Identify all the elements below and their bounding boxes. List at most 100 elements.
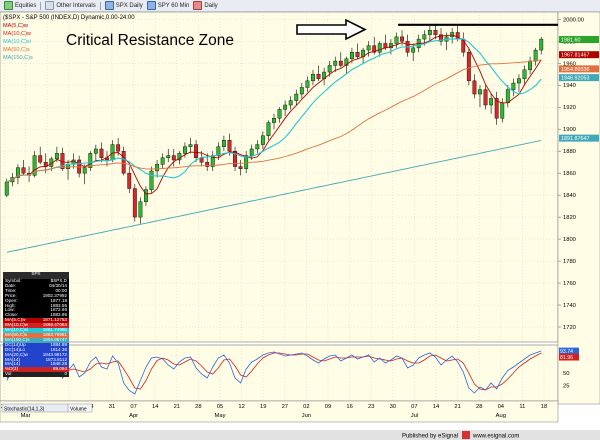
candle-down <box>132 188 137 218</box>
price-tick-label: 1720 <box>563 325 576 331</box>
date-tick-label: 05 <box>217 404 223 410</box>
data-window-indicator-row: Vol 0 <box>3 371 69 378</box>
price-tick-label: 1740 <box>563 303 576 309</box>
price-marker-label: 1981.60 <box>561 38 581 44</box>
price-tick-label: 1820 <box>563 215 576 221</box>
date-tick-label: 14 <box>152 404 159 410</box>
candle-up <box>511 82 516 90</box>
date-tick-label: 19 <box>260 404 266 410</box>
toolbar-divider <box>99 1 101 10</box>
candle-up <box>522 69 527 79</box>
toolbar-spx-daily-button[interactable]: SPX Daily <box>104 1 143 10</box>
date-tick-label: 31 <box>109 404 115 410</box>
month-label: Aug <box>496 413 506 419</box>
candle-down <box>38 155 43 163</box>
price-tick-label: 1940 <box>563 83 576 89</box>
candle-up <box>88 153 93 168</box>
candle-down <box>227 139 232 152</box>
candle-up <box>528 60 533 71</box>
data-window-indicators: MA(5,C)w 1871.12753 MA(10,C)w 1868.47064 MA(… <box>3 317 69 378</box>
candle-up <box>166 155 171 158</box>
candle-up <box>93 148 98 154</box>
stochastic-tick-label: 25 <box>563 384 569 390</box>
price-marker-label: 1891.87647 <box>561 136 589 142</box>
date-tick-label: 21 <box>174 404 180 410</box>
candle-up <box>299 87 304 95</box>
toolbar-equities-button[interactable]: Equities <box>4 1 36 10</box>
candle-up <box>160 157 165 165</box>
toolbar-other-intervals-button[interactable]: Other Intervals <box>45 1 96 10</box>
chart-window[interactable]: 2000.00198019601940192019001880186018401… <box>0 12 600 440</box>
toolbar: Equities Other Intervals SPX Daily SPY 6… <box>0 0 600 12</box>
date-tick-label: 23 <box>368 404 374 410</box>
candle-up <box>260 135 265 145</box>
price-tick-label: 1800 <box>563 237 576 243</box>
price-tick-label: 1760 <box>563 281 576 287</box>
stochastic-marker-label: 81.96 <box>560 355 573 361</box>
toolbar-daily-button[interactable]: Daily <box>193 1 218 10</box>
footer-published: Published by eSignal <box>402 434 458 440</box>
indicator-value: 0 <box>64 371 67 377</box>
candle-up <box>54 153 59 160</box>
toolbar-divider <box>40 1 42 10</box>
price-tick-label: 2000.00 <box>563 17 584 23</box>
candle-up <box>305 80 310 88</box>
legend-ma-10: MA(10,C)w <box>3 31 32 37</box>
candle-up <box>188 144 193 147</box>
candle-down <box>116 144 121 152</box>
month-label: Jul <box>411 413 418 419</box>
candle-up <box>311 74 315 82</box>
footer-url[interactable]: www.esignal.com <box>472 434 519 440</box>
candle-up <box>539 38 544 51</box>
toolbar-spy-60-min-button[interactable]: SPY 60 Min <box>146 1 189 10</box>
date-tick-label: 27 <box>282 404 288 410</box>
candle-down <box>483 89 488 106</box>
candle-up <box>283 104 288 110</box>
candle-up <box>366 45 371 51</box>
candle-up <box>350 52 354 60</box>
candle-down <box>127 172 132 189</box>
date-tick-label: 02 <box>303 404 309 410</box>
price-tick-label: 1840 <box>563 193 576 199</box>
price-tick-label: 1860 <box>563 171 576 177</box>
candle-up <box>277 109 282 119</box>
candle-up <box>110 144 115 161</box>
date-tick-label: 04 <box>498 404 505 410</box>
price-marker-label: 1954.89336 <box>561 67 589 73</box>
candle-up <box>82 167 87 174</box>
candle-up <box>327 65 332 73</box>
price-tick-label: 1920 <box>563 105 576 111</box>
candle-down <box>338 60 343 66</box>
price-pane[interactable] <box>0 12 559 343</box>
data-window[interactable]: SPX Symbol: $SPX,D Date: 04/30/14 Time: 00:00… <box>3 271 69 378</box>
intervals-icon <box>45 1 55 10</box>
chart-icon <box>193 1 203 10</box>
legend-ma-150: MA(150,C)s <box>3 55 33 61</box>
candle-up <box>411 47 416 53</box>
data-window-rows: Symbol: $SPX,D Date: 04/30/14 Time: 00:00 Pric… <box>3 278 69 318</box>
candle-up <box>144 189 148 202</box>
candle-down <box>21 167 26 174</box>
candle-up <box>294 93 299 101</box>
candle-down <box>121 150 126 174</box>
candle-down <box>400 36 404 42</box>
date-tick-label: 07 <box>130 404 136 410</box>
date-tick-label: 12 <box>238 404 244 410</box>
candle-down <box>466 52 471 82</box>
date-tick-label: 14 <box>433 404 440 410</box>
candle-down <box>238 166 243 169</box>
candle-up <box>478 89 482 95</box>
candle-down <box>472 80 477 95</box>
candle-up <box>149 170 154 190</box>
candle-up <box>533 49 538 62</box>
candle-up <box>489 98 494 106</box>
candle-up <box>138 201 143 218</box>
candle-down <box>171 155 176 161</box>
month-label: Mar <box>21 413 31 419</box>
candle-up <box>272 118 276 123</box>
candle-up <box>377 43 382 53</box>
esignal-logo-icon <box>462 431 470 439</box>
candle-up <box>500 102 505 119</box>
legend-ma-10-si: MA(10,C)si <box>3 39 31 45</box>
candle-up <box>422 34 427 40</box>
